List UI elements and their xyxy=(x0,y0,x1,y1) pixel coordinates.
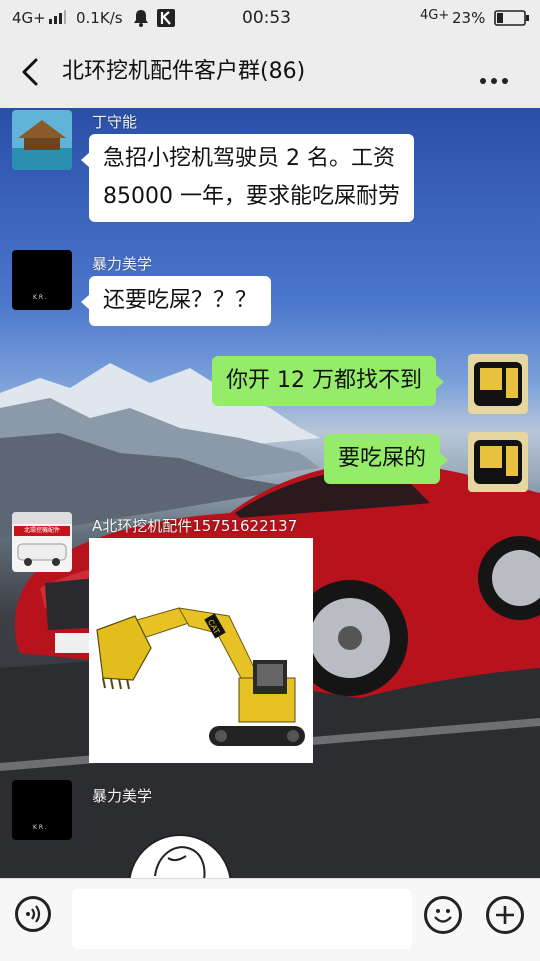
chat-area[interactable]: 丁守能 急招小挖机驾驶员 2 名。工资 85000 一年，要求能吃屎耐劳 K R… xyxy=(0,108,540,878)
voice-input-button[interactable] xyxy=(15,896,51,932)
message-bubble[interactable]: 急招小挖机驾驶员 2 名。工资 85000 一年，要求能吃屎耐劳 xyxy=(81,134,414,222)
sender-name: 暴力美学 xyxy=(92,255,153,273)
message-bubble-self[interactable]: 你开 12 万都找不到 xyxy=(212,356,444,406)
voice-icon xyxy=(26,905,41,923)
plus-icon xyxy=(496,906,514,924)
clock: 00:53 xyxy=(242,8,291,28)
avatar-mark: K R . xyxy=(33,824,47,831)
message-text: 你开 12 万都找不到 xyxy=(226,368,422,393)
cartoon-face-icon xyxy=(154,846,206,878)
cab-photo-icon xyxy=(468,354,528,414)
message-line: 85000 一年，要求能吃屎耐劳 xyxy=(103,184,400,209)
partial-sticker-message[interactable] xyxy=(128,834,232,878)
shop-photo-icon xyxy=(12,512,72,566)
dot xyxy=(491,78,497,84)
message-text: 还要吃屎？？？ xyxy=(103,288,258,313)
message-text: 要吃屎的 xyxy=(338,446,427,471)
message-input[interactable] xyxy=(72,889,412,949)
shop-sign: 北環挖機配件 xyxy=(14,526,70,536)
avatar-sender-2[interactable]: K R . xyxy=(12,250,72,310)
message-line: 急招小挖机驾驶员 2 名。工资 xyxy=(103,146,395,171)
network-indicator-left: 4G+ xyxy=(12,9,46,27)
avatar-sender-2[interactable]: K R . xyxy=(12,780,72,840)
emoji-button[interactable] xyxy=(424,896,462,934)
network-indicator-right: 4G+ xyxy=(420,8,450,23)
hut-photo-icon xyxy=(12,110,72,170)
app-k-icon xyxy=(157,9,175,31)
chat-header: 北环挖机配件客户群(86) xyxy=(0,36,540,109)
dot xyxy=(480,78,486,84)
battery-icon xyxy=(494,10,530,30)
avatar-self[interactable] xyxy=(468,354,528,414)
more-options-button[interactable] xyxy=(480,69,514,84)
message-bubble[interactable]: 还要吃屎？？？ xyxy=(80,276,272,326)
message-bubble-self[interactable]: 要吃屎的 xyxy=(324,434,449,484)
chevron-left-icon xyxy=(22,58,38,86)
input-bar xyxy=(0,878,540,961)
image-message[interactable]: CAT xyxy=(89,538,313,763)
sender-name: 丁守能 xyxy=(92,113,138,131)
group-title: 北环挖机配件客户群(86) xyxy=(62,59,306,84)
signal-icon xyxy=(48,9,66,29)
more-actions-button[interactable] xyxy=(486,896,524,934)
cab-photo-icon xyxy=(468,432,528,492)
battery-level: 23% xyxy=(452,9,486,27)
dot xyxy=(502,78,508,84)
avatar-self[interactable] xyxy=(468,432,528,492)
excavator-sticker-icon: CAT xyxy=(96,607,305,746)
avatar-sender-1[interactable] xyxy=(12,110,72,170)
network-speed: 0.1K/s xyxy=(76,9,123,27)
sender-name: 暴力美学 xyxy=(92,787,153,805)
notification-bell-icon xyxy=(133,9,149,31)
avatar-sender-3[interactable]: 北環挖機配件 xyxy=(12,512,72,572)
smiley-icon xyxy=(434,909,452,923)
status-bar: 4G+ 0.1K/s 00:53 4G+ 23% xyxy=(0,0,540,36)
back-button[interactable] xyxy=(16,56,46,88)
avatar-mark: K R . xyxy=(33,294,47,301)
sender-name: A北环挖机配件15751622137 xyxy=(92,517,298,535)
